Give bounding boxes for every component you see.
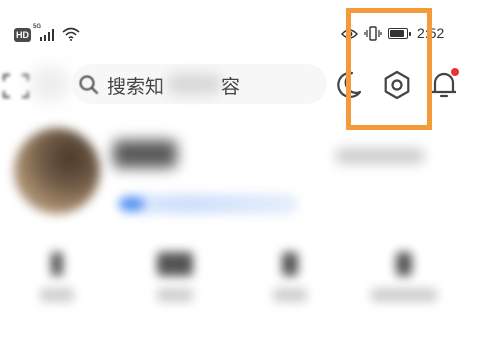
stat-label-blurred (157, 288, 193, 302)
search-icon (79, 75, 98, 94)
settings-highlight-box (346, 8, 432, 130)
stat-item[interactable] (130, 244, 220, 314)
stat-item[interactable] (12, 244, 102, 314)
avatar[interactable] (14, 128, 100, 214)
signal-icon (40, 29, 60, 41)
blurred-region (30, 66, 70, 102)
wifi-icon (62, 27, 80, 41)
member-badge-icon (120, 198, 144, 210)
hd-badge: HD (14, 28, 31, 42)
notification-dot (451, 68, 459, 76)
stat-item[interactable] (245, 244, 335, 314)
stat-label-blurred (273, 288, 307, 302)
stat-item[interactable] (359, 244, 449, 314)
stat-value-blurred (157, 252, 193, 276)
stat-label-blurred (371, 288, 437, 302)
search-placeholder-end: 容 (221, 77, 241, 98)
stat-value-blurred (396, 252, 412, 276)
scan-icon[interactable] (2, 73, 30, 99)
stat-value-blurred (51, 252, 63, 276)
member-badge-blurred[interactable] (118, 194, 298, 214)
username-blurred (113, 140, 177, 168)
profile-homepage-link-blurred[interactable] (336, 148, 424, 164)
app-screen: HD 5G 2:52 搜索知 容 (0, 0, 481, 350)
stat-label-blurred (40, 288, 74, 302)
blurred-text (168, 74, 220, 94)
stat-value-blurred (282, 252, 298, 276)
search-placeholder-start: 搜索知 (107, 77, 165, 98)
